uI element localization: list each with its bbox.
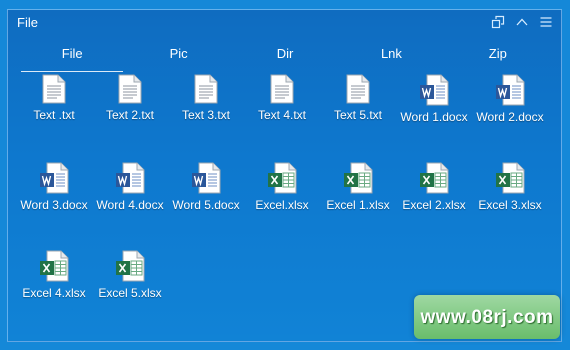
collapse-up-icon[interactable]	[515, 15, 529, 29]
file-name-label: Text .txt	[33, 108, 75, 122]
file-item[interactable]: Excel 1.xlsx	[320, 162, 396, 213]
file-name-label: Word 3.docx	[20, 198, 88, 212]
text-file-icon	[16, 74, 92, 104]
file-item[interactable]: Excel 3.xlsx	[472, 162, 548, 213]
file-name-label: Excel.xlsx	[255, 198, 309, 212]
file-name-label: Excel 1.xlsx	[326, 198, 390, 212]
file-name-label: Word 1.docx	[400, 110, 468, 124]
excel-spreadsheet-icon	[244, 162, 320, 194]
word-document-icon	[472, 74, 548, 106]
excel-spreadsheet-icon	[396, 162, 472, 194]
tab-zip[interactable]: Zip	[445, 44, 551, 70]
title-bar-controls	[491, 15, 553, 29]
file-name-label: Excel 3.xlsx	[478, 198, 542, 212]
launcher-window: File File Pic Dir Lnk Zip Text .txt Text …	[7, 9, 562, 342]
text-file-icon	[244, 74, 320, 104]
word-document-icon	[92, 162, 168, 194]
category-tabs: File Pic Dir Lnk Zip	[19, 44, 551, 72]
site-watermark: www.08rj.com	[414, 295, 560, 339]
file-name-label: Text 2.txt	[105, 108, 155, 122]
file-name-label: Word 5.docx	[172, 198, 240, 212]
file-item[interactable]: Word 2.docx	[472, 74, 548, 125]
file-item[interactable]: Text .txt	[16, 74, 92, 123]
word-document-icon	[168, 162, 244, 194]
file-name-label: Word 4.docx	[96, 198, 164, 212]
file-item[interactable]: Text 2.txt	[92, 74, 168, 123]
tab-dir[interactable]: Dir	[232, 44, 338, 70]
word-document-icon	[396, 74, 472, 106]
text-file-icon	[168, 74, 244, 104]
restore-window-icon[interactable]	[491, 15, 505, 29]
tab-pic[interactable]: Pic	[125, 44, 231, 70]
menu-icon[interactable]	[539, 15, 553, 29]
excel-spreadsheet-icon	[16, 250, 92, 282]
file-item[interactable]: Excel 4.xlsx	[16, 250, 92, 301]
file-item[interactable]: Word 1.docx	[396, 74, 472, 125]
file-item[interactable]: Excel 2.xlsx	[396, 162, 472, 213]
title-bar: File	[8, 10, 561, 36]
file-item[interactable]: Excel 5.xlsx	[92, 250, 168, 301]
file-name-label: Excel 4.xlsx	[22, 286, 86, 300]
file-name-label: Excel 2.xlsx	[402, 198, 466, 212]
file-item[interactable]: Excel.xlsx	[244, 162, 320, 213]
file-item[interactable]: Text 4.txt	[244, 74, 320, 123]
text-file-icon	[92, 74, 168, 104]
file-item[interactable]: Text 5.txt	[320, 74, 396, 123]
excel-spreadsheet-icon	[320, 162, 396, 194]
tab-lnk[interactable]: Lnk	[338, 44, 444, 70]
text-file-icon	[320, 74, 396, 104]
watermark-text: www.08rj.com	[420, 307, 554, 328]
excel-spreadsheet-icon	[472, 162, 548, 194]
file-item[interactable]: Word 3.docx	[16, 162, 92, 213]
file-item[interactable]: Word 4.docx	[92, 162, 168, 213]
file-name-label: Text 3.txt	[181, 108, 231, 122]
excel-spreadsheet-icon	[92, 250, 168, 282]
file-name-label: Text 5.txt	[333, 108, 383, 122]
tab-file[interactable]: File	[19, 44, 125, 72]
word-document-icon	[16, 162, 92, 194]
file-item[interactable]: Text 3.txt	[168, 74, 244, 123]
window-title: File	[17, 15, 38, 30]
file-name-label: Excel 5.xlsx	[98, 286, 162, 300]
file-name-label: Text 4.txt	[257, 108, 307, 122]
file-name-label: Word 2.docx	[476, 110, 544, 124]
file-item[interactable]: Word 5.docx	[168, 162, 244, 213]
